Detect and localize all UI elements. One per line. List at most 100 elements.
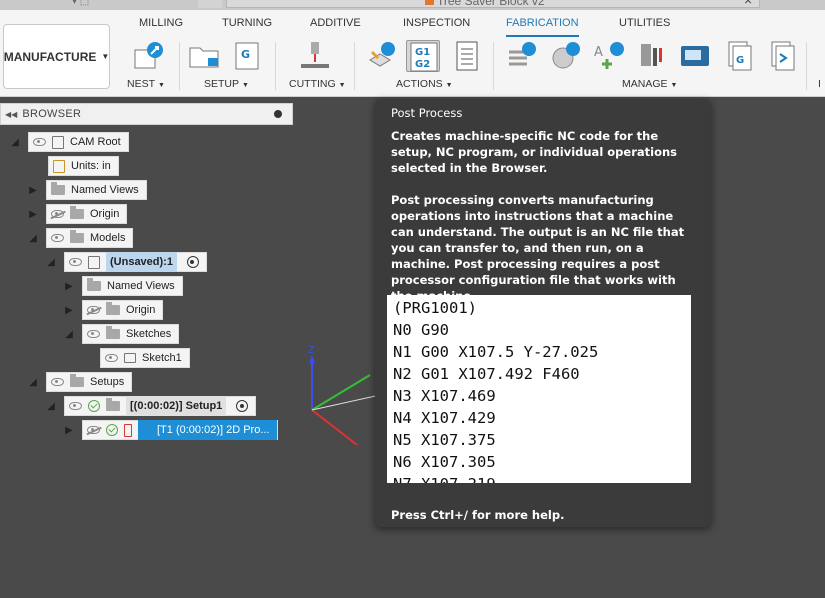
origin-2-label: Origin (126, 304, 156, 316)
nc-program-icon[interactable]: G (721, 40, 755, 72)
visibility-eye-icon[interactable] (105, 354, 118, 362)
tooltip-description-1: Creates machine-specific NC code for the… (391, 129, 678, 175)
visibility-hidden-icon[interactable] (51, 210, 64, 218)
group-more[interactable]: I (818, 78, 821, 90)
tool-library-icon[interactable] (505, 40, 539, 72)
visibility-hidden-icon[interactable] (87, 426, 100, 434)
expand-toggle-icon[interactable]: ◢ (26, 377, 40, 388)
tree-node-named-views[interactable]: ▶ Named Views (26, 180, 147, 200)
folder-icon (87, 278, 101, 291)
visibility-eye-icon[interactable] (69, 402, 82, 410)
group-setup[interactable]: SETUP ▼ (204, 78, 249, 90)
svg-text:G: G (736, 55, 744, 66)
group-nest-label: NEST (127, 78, 156, 90)
tree-node-unsaved-model[interactable]: ◢ (Unsaved):1 (44, 252, 207, 272)
tree-node-setups[interactable]: ◢ Setups (26, 372, 133, 392)
folder-icon (51, 182, 65, 195)
group-manage[interactable]: MANAGE ▼ (622, 78, 677, 90)
folder-setup-icon[interactable] (188, 40, 222, 72)
setup1-label: [(0:00:02)] Setup1 (126, 396, 227, 416)
nc-line: N1 G00 X107.5 Y-27.025 (393, 343, 599, 361)
tab-fabrication[interactable]: FABRICATION (506, 17, 579, 37)
visibility-eye-icon[interactable] (51, 234, 64, 242)
browser-label: BROWSER (22, 108, 82, 120)
separator (179, 42, 180, 90)
setups-label: Setups (90, 376, 125, 388)
tree-node-sketch1[interactable]: Sketch1 (100, 348, 190, 368)
browser-panel-header[interactable]: ◀◀ BROWSER (0, 103, 293, 125)
machine-tool-icon[interactable] (635, 40, 669, 72)
tree-node-origin-2[interactable]: ▶ Origin (62, 300, 164, 320)
home-button[interactable] (198, 0, 222, 8)
visibility-eye-icon[interactable] (51, 378, 64, 386)
tab-additive[interactable]: ADDITIVE (310, 17, 361, 37)
tree-node-origin[interactable]: ▶ Origin (26, 204, 128, 224)
tree-node-operation[interactable]: ▶ [T1 (0:00:02)] 2D Pro... (62, 420, 278, 440)
unsaved-label: (Unsaved):1 (106, 252, 177, 272)
separator (493, 42, 494, 90)
post-library-icon[interactable] (764, 40, 798, 72)
tooltip-help-hint: Press Ctrl+/ for more help. (391, 508, 565, 522)
expand-toggle-icon[interactable]: ◢ (44, 401, 58, 412)
operation-label: [T1 (0:00:02)] 2D Pro... (138, 420, 277, 440)
tree-node-setup1[interactable]: ◢ [(0:00:02)] Setup1 (44, 396, 257, 416)
collapse-panel-icon[interactable]: ◀◀ (5, 110, 17, 119)
document-icon (425, 0, 434, 5)
sketches-label: Sketches (126, 328, 172, 340)
group-nest[interactable]: NEST ▼ (127, 78, 165, 90)
document-tab[interactable]: Tree Saver Block v2 (226, 0, 760, 8)
simulate-icon[interactable] (364, 40, 398, 72)
component-icon (88, 255, 100, 269)
cam-root-label: CAM Root (70, 136, 121, 148)
cutting-icon[interactable] (298, 40, 332, 72)
folder-icon (70, 206, 84, 219)
expand-toggle-icon[interactable]: ▶ (62, 425, 76, 436)
sketch-icon (124, 353, 136, 363)
tree-node-cam-root[interactable]: ◢ CAM Root (8, 132, 129, 152)
post-process-icon[interactable]: G1 G2 (406, 40, 440, 72)
workspace-label: MANUFACTURE (3, 49, 97, 64)
setup-sheet-icon[interactable]: G (231, 40, 265, 72)
panel-minimize-icon[interactable] (274, 110, 282, 118)
visibility-eye-icon[interactable] (87, 330, 100, 338)
separator (275, 42, 276, 90)
tab-turning[interactable]: TURNING (222, 17, 272, 37)
setup-sheet-list-icon[interactable] (450, 40, 484, 72)
close-tab-icon[interactable]: × (744, 0, 752, 8)
group-actions-label: ACTIONS (396, 78, 443, 90)
visibility-hidden-icon[interactable] (87, 306, 100, 314)
add-tool-icon[interactable]: A (592, 40, 626, 72)
view-axis-triad[interactable] (300, 355, 380, 445)
nest-icon[interactable] (131, 40, 165, 72)
tab-utilities[interactable]: UTILITIES (619, 17, 670, 37)
window-controls[interactable]: ▾ ⬚ (72, 0, 98, 7)
activate-radio-icon[interactable] (186, 256, 199, 268)
group-setup-label: SETUP (204, 78, 240, 90)
tree-node-models[interactable]: ◢ Models (26, 228, 134, 248)
nc-line: (PRG1001) (393, 299, 477, 317)
svg-text:G: G (241, 48, 250, 61)
group-actions[interactable]: ACTIONS ▼ (396, 78, 453, 90)
expand-toggle-icon[interactable]: ▶ (26, 185, 40, 196)
expand-toggle-icon[interactable]: ▶ (62, 305, 76, 316)
tab-inspection[interactable]: INSPECTION (403, 17, 470, 37)
tooltip-title: Post Process (391, 106, 463, 120)
expand-toggle-icon[interactable]: ◢ (26, 233, 40, 244)
group-cutting[interactable]: CUTTING ▼ (289, 78, 346, 90)
tree-node-units[interactable]: Units: in (48, 156, 119, 176)
expand-toggle-icon[interactable]: ◢ (8, 137, 22, 148)
tree-node-named-views-2[interactable]: ▶ Named Views (62, 276, 183, 296)
expand-toggle-icon[interactable]: ◢ (62, 329, 76, 340)
tab-milling[interactable]: MILLING (139, 17, 183, 37)
expand-toggle-icon[interactable]: ◢ (44, 257, 58, 268)
visibility-eye-icon[interactable] (69, 258, 82, 266)
expand-toggle-icon[interactable]: ▶ (26, 209, 40, 220)
status-ok-icon (88, 400, 100, 412)
visibility-eye-icon[interactable] (33, 138, 46, 146)
tree-node-sketches[interactable]: ◢ Sketches (62, 324, 180, 344)
machine-library-icon[interactable] (678, 40, 712, 72)
expand-toggle-icon[interactable]: ▶ (62, 281, 76, 292)
activate-radio-icon[interactable] (236, 400, 249, 412)
workspace-switcher[interactable]: MANUFACTURE ▼ (3, 24, 110, 89)
template-library-icon[interactable] (549, 40, 583, 72)
